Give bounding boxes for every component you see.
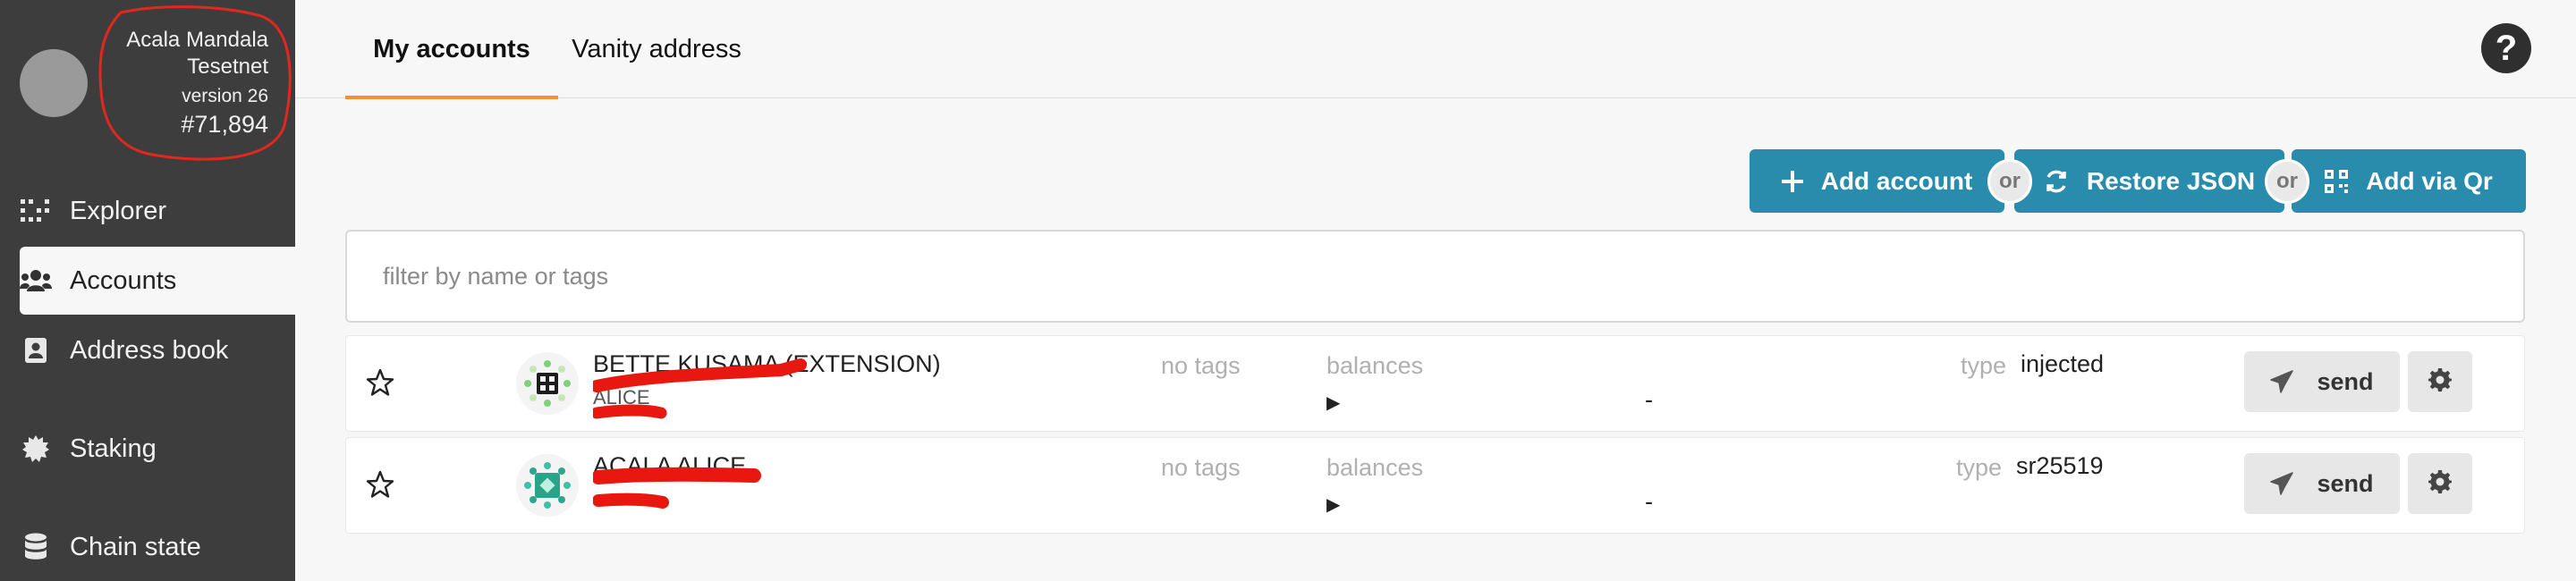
tab-label: My accounts: [373, 34, 530, 63]
send-button[interactable]: send: [2244, 351, 2400, 412]
explorer-icon: [20, 195, 52, 227]
star-icon[interactable]: [366, 368, 394, 401]
chain-info[interactable]: Acala Mandala Tesetnet version 26 #71,89…: [0, 0, 295, 161]
balance-value: -: [1645, 386, 1653, 413]
sidebar-item-accounts[interactable]: Accounts: [20, 247, 295, 315]
expand-triangle-icon[interactable]: ▶: [1326, 493, 1340, 516]
qrcode-icon: [2325, 169, 2349, 193]
sidebar-item-label: Chain state: [70, 532, 201, 561]
sync-icon: [2044, 169, 2069, 194]
sidebar-item-address-book[interactable]: Address book: [20, 316, 295, 384]
sidebar-item-label: Accounts: [70, 265, 177, 295]
restore-json-button[interactable]: Restore JSON: [2014, 149, 2284, 213]
send-label: send: [2317, 367, 2374, 395]
chain-details: Acala Mandala Tesetnet version 26 #71,89…: [126, 27, 268, 139]
chain-name-line1: Acala Mandala: [126, 28, 268, 52]
tab-my-accounts[interactable]: My accounts: [345, 0, 558, 99]
account-type: sr25519: [2016, 452, 2104, 479]
help-button[interactable]: ?: [2481, 23, 2531, 73]
sidebar-item-label: Staking: [70, 434, 157, 463]
restore-json-label: Restore JSON: [2086, 166, 2256, 195]
balances-label: balances: [1326, 454, 1424, 481]
question-circle-icon: ?: [2495, 28, 2518, 68]
top-header: My accounts Vanity address ?: [295, 0, 2576, 99]
account-identicon[interactable]: [516, 454, 579, 517]
type-label: type: [1956, 454, 2003, 481]
gear-icon: [2428, 367, 2452, 396]
account-name[interactable]: BETTE KUSAMA (EXTENSION): [593, 350, 941, 378]
send-button[interactable]: send: [2244, 453, 2400, 514]
tab-label: Vanity address: [572, 34, 741, 63]
add-account-button[interactable]: Add account: [1750, 149, 2004, 213]
expand-triangle-icon[interactable]: ▶: [1326, 392, 1340, 414]
users-icon: [20, 265, 52, 297]
account-name[interactable]: ACALA ALICE: [593, 452, 746, 480]
address-book-icon: [20, 334, 52, 366]
balances-label: balances: [1326, 352, 1424, 379]
chain-version: version 26: [182, 86, 268, 106]
add-account-label: Add account: [1820, 166, 1973, 195]
or-separator: or: [2265, 159, 2309, 204]
add-via-qr-button[interactable]: Add via Qr: [2292, 149, 2526, 213]
sidebar: Acala Mandala Tesetnet version 26 #71,89…: [0, 0, 295, 581]
tab-vanity-address[interactable]: Vanity address: [567, 0, 746, 98]
gear-icon: [2428, 469, 2452, 498]
filter-input[interactable]: [345, 230, 2525, 323]
account-parent-name: ALICE: [593, 386, 650, 408]
star-icon[interactable]: [366, 470, 394, 503]
add-via-qr-label: Add via Qr: [2366, 166, 2493, 195]
staking-icon: [20, 433, 52, 465]
account-row: BETTE KUSAMA (EXTENSION) ALICE no tags b…: [345, 335, 2525, 432]
or-separator: or: [1987, 159, 2032, 204]
sidebar-item-label: Explorer: [70, 196, 166, 225]
database-icon: [20, 531, 52, 563]
account-row: ACALA ALICE no tags balances ▶ - type sr…: [345, 437, 2525, 534]
account-tags: no tags: [1161, 352, 1241, 379]
type-label: type: [1961, 352, 2007, 379]
send-label: send: [2317, 469, 2374, 497]
account-tags: no tags: [1161, 454, 1241, 481]
chain-name-line2: Tesetnet: [187, 55, 268, 79]
account-identicon[interactable]: [516, 352, 579, 415]
chain-logo: [20, 49, 88, 117]
paper-plane-icon: [2270, 472, 2294, 495]
sidebar-item-chain-state[interactable]: Chain state: [20, 513, 295, 581]
paper-plane-icon: [2270, 370, 2294, 393]
sidebar-item-explorer[interactable]: Explorer: [20, 177, 295, 245]
account-settings-button[interactable]: [2408, 453, 2472, 514]
account-settings-button[interactable]: [2408, 351, 2472, 412]
chain-best-block: #71,894: [181, 111, 268, 138]
plus-icon: [1781, 170, 1803, 192]
balance-value: -: [1645, 488, 1653, 515]
sidebar-item-staking[interactable]: Staking: [20, 415, 295, 483]
account-type: injected: [2021, 350, 2105, 377]
sidebar-item-label: Address book: [70, 335, 229, 365]
